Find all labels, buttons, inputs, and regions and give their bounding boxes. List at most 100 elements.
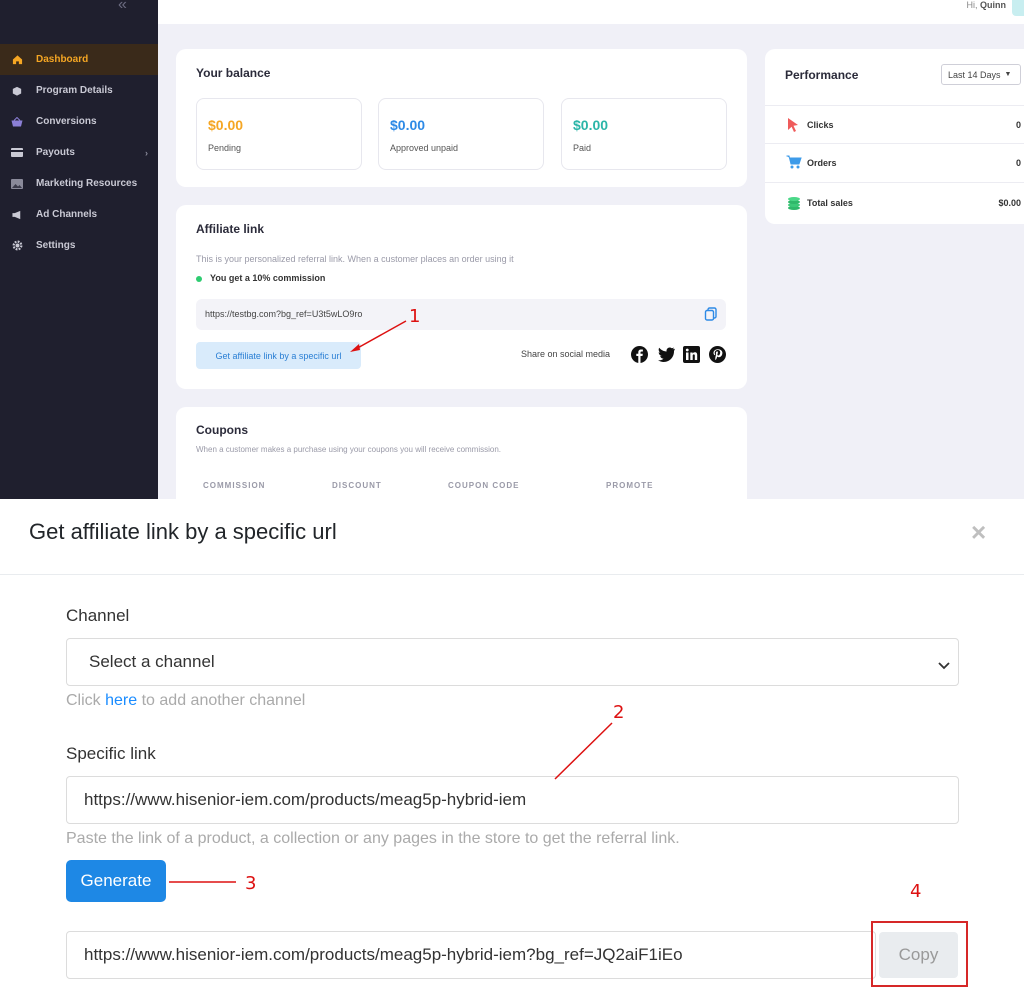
- affiliate-title: Affiliate link: [196, 222, 265, 236]
- cursor-icon: [786, 117, 802, 133]
- sidebar-item-marketing-resources[interactable]: Marketing Resources: [0, 168, 158, 199]
- annotation-line-3: [169, 881, 236, 883]
- annotation-3: 3: [245, 873, 257, 894]
- date-range-dropdown[interactable]: Last 14 Days ▼: [941, 64, 1021, 85]
- cart-icon: [786, 155, 802, 171]
- referral-link-output[interactable]: https://www.hisenior-iem.com/products/me…: [66, 931, 876, 979]
- modal-divider: [0, 574, 1024, 575]
- home-icon: [11, 54, 23, 66]
- specific-link-input[interactable]: https://www.hisenior-iem.com/products/me…: [66, 776, 959, 824]
- chevron-down-icon: [938, 655, 950, 670]
- channel-select-value: Select a channel: [89, 652, 215, 671]
- annotation-1: 1: [409, 306, 421, 327]
- sidebar-item-ad-channels[interactable]: Ad Channels: [0, 199, 158, 230]
- user-name: Quinn: [980, 0, 1006, 10]
- caret-down-icon: ▼: [1004, 71, 1012, 78]
- sidebar-item-label: Ad Channels: [36, 209, 98, 220]
- get-specific-link-button[interactable]: Get affiliate link by a specific url: [196, 342, 361, 369]
- commission-text: You get a 10% commission: [210, 273, 326, 283]
- greeting-text: Hi,: [966, 0, 978, 10]
- balance-label: Pending: [208, 143, 242, 153]
- annotation-highlight-box: [871, 921, 968, 987]
- share-label: Share on social media: [521, 349, 611, 359]
- megaphone-icon: [11, 209, 23, 221]
- chevron-right-icon: ›: [145, 147, 148, 158]
- performance-card: Performance Last 14 Days ▼ Clicks 0 Orde…: [765, 49, 1024, 224]
- avatar[interactable]: [1012, 0, 1024, 16]
- performance-title: Performance: [785, 68, 859, 82]
- basket-icon: [11, 116, 23, 128]
- sidebar-nav: Dashboard Program Details Conversions Pa…: [0, 44, 158, 261]
- sidebar-item-payouts[interactable]: Payouts ›: [0, 137, 158, 168]
- performance-value: $0.00: [998, 197, 1021, 208]
- sidebar-item-label: Dashboard: [36, 54, 89, 65]
- annotation-4: 4: [910, 881, 922, 902]
- balance-paid: $0.00 Paid: [561, 98, 727, 170]
- channel-help-prefix: Click: [66, 692, 101, 709]
- affiliate-link-card: Affiliate link This is your personalized…: [176, 205, 747, 389]
- annotation-arrow-1: [350, 320, 407, 352]
- balance-label: Paid: [573, 143, 592, 153]
- sidebar-item-settings[interactable]: Settings: [0, 230, 158, 261]
- balance-amount: $0.00: [390, 117, 426, 133]
- sidebar-item-program-details[interactable]: Program Details: [0, 75, 158, 106]
- channel-help: Click here to add another channel: [66, 692, 305, 710]
- dashboard-screenshot: « Dashboard Program Details Conversions: [0, 0, 1024, 499]
- box-icon: [11, 85, 23, 97]
- balance-title: Your balance: [196, 66, 271, 80]
- sidebar-item-label: Conversions: [36, 116, 97, 127]
- sidebar-item-label: Program Details: [36, 85, 113, 96]
- column-header-commission: COMMISSION: [203, 481, 266, 490]
- balance-pending: $0.00 Pending: [196, 98, 362, 170]
- modal-title: Get affiliate link by a specific url: [29, 519, 337, 544]
- performance-label: Clicks: [807, 119, 834, 130]
- generate-button[interactable]: Generate: [66, 860, 166, 902]
- column-header-discount: DISCOUNT: [332, 481, 382, 490]
- copy-icon[interactable]: [704, 307, 718, 321]
- linkedin-icon[interactable]: [683, 346, 700, 363]
- affiliate-description: This is your personalized referral link.…: [196, 254, 514, 264]
- performance-value: 0: [1015, 119, 1021, 130]
- sidebar-item-label: Marketing Resources: [36, 178, 138, 189]
- sidebar-item-label: Settings: [36, 240, 76, 251]
- channel-label: Channel: [66, 606, 130, 625]
- image-icon: [11, 178, 23, 190]
- annotation-line-2: [554, 722, 613, 780]
- coupons-card: Coupons When a customer makes a purchase…: [176, 407, 747, 499]
- top-bar: Hi, Quinn: [158, 0, 1024, 24]
- specific-link-label: Specific link: [66, 744, 156, 763]
- pinterest-icon[interactable]: [709, 346, 726, 363]
- sidebar-item-label: Payouts: [36, 147, 75, 158]
- specific-link-help: Paste the link of a product, a collectio…: [66, 830, 680, 847]
- close-icon[interactable]: ×: [971, 517, 986, 548]
- affiliate-link-field[interactable]: https://testbg.com?bg_ref=U3t5wLO9ro: [196, 299, 726, 330]
- annotation-2: 2: [613, 702, 625, 723]
- facebook-icon[interactable]: [631, 346, 648, 363]
- balance-card: Your balance $0.00 Pending $0.00 Approve…: [176, 49, 747, 187]
- balance-approved-unpaid: $0.00 Approved unpaid: [378, 98, 544, 170]
- add-channel-link[interactable]: here: [105, 692, 137, 709]
- collapse-sidebar-icon[interactable]: «: [118, 0, 127, 14]
- performance-value: 0: [1015, 158, 1021, 168]
- channel-help-suffix: to add another channel: [141, 692, 306, 709]
- sidebar-item-dashboard[interactable]: Dashboard: [0, 44, 158, 75]
- affiliate-link-text: https://testbg.com?bg_ref=U3t5wLO9ro: [205, 309, 363, 319]
- column-header-coupon-code: COUPON CODE: [448, 481, 520, 490]
- twitter-icon[interactable]: [657, 346, 675, 363]
- coupons-title: Coupons: [196, 423, 248, 437]
- sidebar: « Dashboard Program Details Conversions: [0, 0, 158, 499]
- commission-note: You get a 10% commission: [196, 273, 325, 283]
- date-range-value: Last 14 Days: [948, 69, 1001, 80]
- channel-select[interactable]: Select a channel: [66, 638, 959, 686]
- performance-label: Total sales: [807, 197, 853, 208]
- performance-row-orders: Orders 0: [765, 144, 1024, 183]
- performance-row-total-sales: Total sales $0.00: [765, 183, 1024, 222]
- performance-label: Orders: [807, 158, 837, 168]
- balance-amount: $0.00: [573, 117, 609, 133]
- specific-url-modal: Get affiliate link by a specific url × C…: [0, 499, 1024, 993]
- user-greeting[interactable]: Hi, Quinn: [966, 0, 1006, 10]
- wallet-icon: [11, 147, 23, 159]
- sidebar-item-conversions[interactable]: Conversions: [0, 106, 158, 137]
- coins-icon: [786, 195, 802, 211]
- balance-amount: $0.00: [208, 117, 244, 133]
